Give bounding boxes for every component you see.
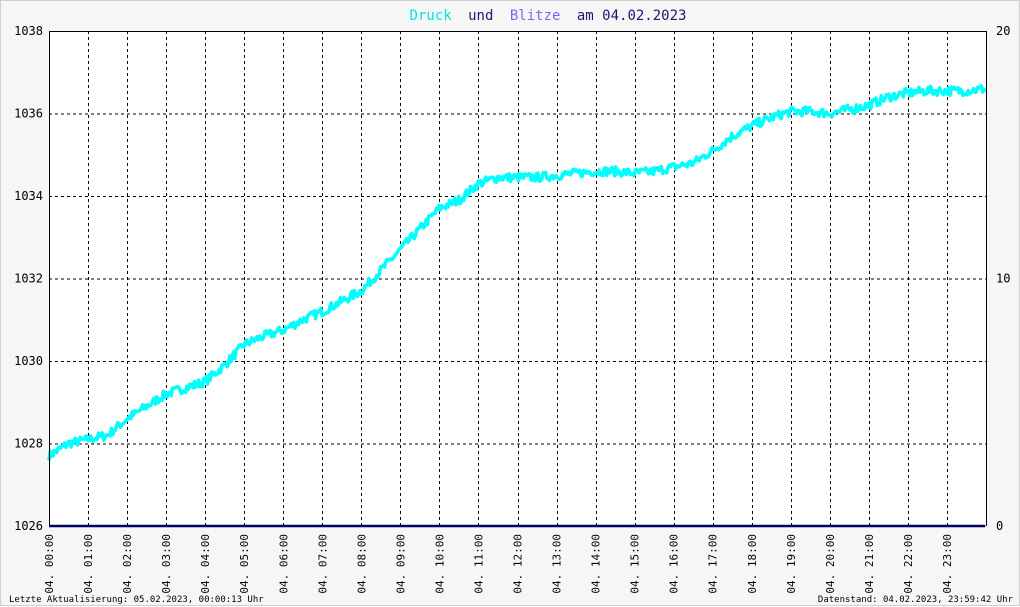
x-tick-label: 04. 23:00 [941, 534, 954, 594]
x-tick-label: 04. 09:00 [394, 534, 407, 594]
chart: 1026 1028 1030 1032 1034 1036 1038 0 10 20 04. 00:… [0, 0, 1020, 606]
x-tick-label: 04. 10:00 [433, 534, 446, 594]
x-tick-label: 04. 13:00 [551, 534, 564, 594]
x-tick-label: 04. 07:00 [316, 534, 329, 594]
footer-last-update: Letzte Aktualisierung: 05.02.2023, 00:00… [9, 595, 264, 605]
x-tick-label: 04. 11:00 [472, 534, 485, 594]
footer-data-state: Datenstand: 04.02.2023, 23:59:42 Uhr [818, 595, 1014, 605]
x-tick-label: 04. 18:00 [746, 534, 759, 594]
y-tick-label: 1036 [14, 107, 43, 121]
y-tick-label: 1026 [14, 519, 43, 533]
x-tick-label: 04. 04:00 [199, 534, 212, 594]
y2-tick-label: 20 [996, 24, 1010, 38]
title-druck: Druck [410, 8, 453, 24]
y-tick-label: 1028 [14, 437, 43, 451]
x-tick-label: 04. 06:00 [277, 534, 290, 594]
title-date: am 04.02.2023 [577, 8, 687, 24]
y2-tick-label: 10 [996, 272, 1010, 286]
y-tick-label: 1030 [14, 354, 43, 368]
x-tick-label: 04. 15:00 [629, 534, 642, 594]
y-tick-label: 1032 [14, 272, 43, 286]
title-und: und [468, 8, 493, 24]
x-tick-label: 04. 19:00 [785, 534, 798, 594]
x-tick-label: 04. 16:00 [668, 534, 681, 594]
y2-tick-label: 0 [996, 519, 1003, 533]
x-tick-label: 04. 22:00 [902, 534, 915, 594]
x-tick-label: 04. 03:00 [160, 534, 173, 594]
chart-title: Druck und Blitze am 04.02.2023 [410, 8, 687, 24]
x-tick-label: 04. 21:00 [863, 534, 876, 594]
x-tick-label: 04. 12:00 [512, 534, 525, 594]
x-tick-label: 04. 08:00 [355, 534, 368, 594]
x-tick-label: 04. 17:00 [707, 534, 720, 594]
x-tick-label: 04. 20:00 [824, 534, 837, 594]
title-blitze: Blitze [510, 8, 561, 24]
chart-svg: 1026 1028 1030 1032 1034 1036 1038 0 10 20 04. 00:… [9, 8, 1014, 605]
x-tick-label: 04. 14:00 [590, 534, 603, 594]
x-tick-label: 04. 05:00 [238, 534, 251, 594]
y-tick-label: 1034 [14, 189, 43, 203]
x-tick-label: 04. 02:00 [121, 534, 134, 594]
x-tick-label: 04. 01:00 [82, 534, 95, 594]
x-tick-label: 04. 00:00 [43, 534, 56, 594]
y-tick-label: 1038 [14, 24, 43, 38]
